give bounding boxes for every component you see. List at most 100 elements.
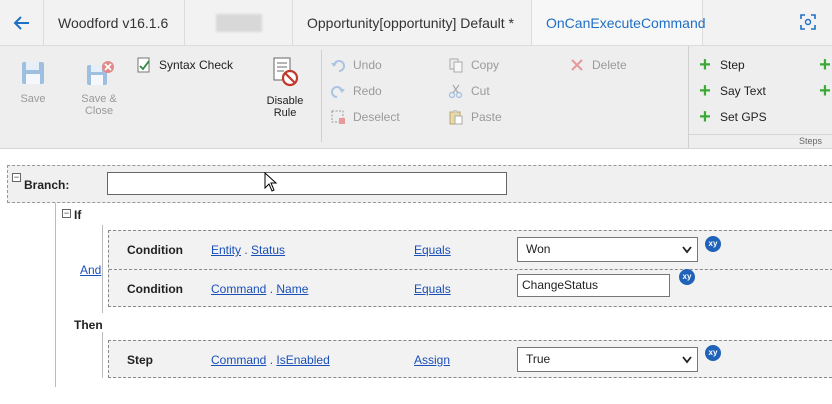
- tree-line: [102, 225, 103, 313]
- syntax-check-icon: [136, 57, 152, 73]
- redo-label: Redo: [353, 84, 382, 98]
- say-text-label: Say Text: [720, 84, 766, 98]
- delete-button[interactable]: Delete: [569, 57, 627, 73]
- plus-icon: +: [699, 54, 711, 76]
- deselect-button[interactable]: Deselect: [330, 109, 400, 125]
- app-title: Woodford v16.1.6: [44, 0, 185, 45]
- condition-row[interactable]: Condition Entity . Status Equals Won xy: [109, 231, 832, 269]
- tree-line: [55, 203, 56, 387]
- disable-rule-button[interactable]: Disable Rule: [262, 56, 308, 119]
- group-divider: [689, 134, 832, 135]
- back-button[interactable]: [0, 0, 44, 45]
- deselect-icon: [330, 109, 346, 125]
- copy-button[interactable]: Copy: [448, 57, 499, 73]
- fullscreen-button[interactable]: [794, 8, 822, 36]
- save-label: Save: [20, 93, 46, 105]
- then-label: Then: [74, 318, 103, 332]
- if-collapse-toggle[interactable]: −: [62, 209, 71, 218]
- condition-operator-link[interactable]: Equals: [414, 243, 451, 257]
- plus-icon: +: [699, 106, 711, 128]
- save-close-icon: [87, 61, 114, 85]
- chevron-down-icon: [682, 348, 692, 380]
- steps-group: + Step + Say Text + Set GPS + + Steps: [688, 46, 832, 149]
- and-operator-link[interactable]: And: [80, 263, 101, 277]
- copy-label: Copy: [471, 58, 500, 72]
- xy-expression-button[interactable]: xy: [705, 345, 721, 361]
- floppy-disk-icon: [22, 62, 44, 84]
- arrow-left-icon: [13, 15, 29, 30]
- xy-expression-button[interactable]: xy: [705, 236, 721, 252]
- condition-row[interactable]: Condition Command . Name Equals ChangeSt…: [109, 269, 832, 307]
- condition-property-link[interactable]: Name: [276, 282, 308, 296]
- condition-field: Entity . Status: [211, 243, 286, 257]
- condition-value-select[interactable]: Won: [517, 237, 698, 262]
- disable-rule-label-2: Rule: [273, 107, 297, 119]
- paste-button[interactable]: Paste: [448, 109, 502, 125]
- save-close-button[interactable]: Save & Close: [74, 60, 124, 117]
- delete-label: Delete: [592, 58, 627, 72]
- cut-label: Cut: [471, 84, 490, 98]
- ribbon-separator: [321, 50, 322, 142]
- cut-button[interactable]: Cut: [448, 83, 490, 99]
- condition-object-link[interactable]: Entity: [211, 243, 241, 257]
- if-label: If: [74, 208, 82, 222]
- plus-icon: +: [819, 54, 831, 76]
- condition-kind: Condition: [127, 243, 183, 257]
- add-step-button[interactable]: + Step: [697, 54, 745, 76]
- step-value-select[interactable]: True: [517, 347, 698, 372]
- step-value: True: [526, 352, 551, 366]
- copy-icon: [448, 57, 464, 73]
- step-object-link[interactable]: Command: [211, 353, 266, 367]
- condition-kind: Condition: [127, 282, 183, 296]
- redo-icon: [330, 83, 346, 99]
- paste-label: Paste: [471, 110, 502, 124]
- set-gps-label: Set GPS: [720, 110, 767, 124]
- step-group: Step Command . IsEnabled Assign True xy: [108, 340, 832, 378]
- undo-button[interactable]: Undo: [330, 57, 382, 73]
- syntax-check-label: Syntax Check: [159, 58, 234, 72]
- step-field: Command . IsEnabled: [211, 353, 330, 367]
- tab-entity-form[interactable]: Opportunity[opportunity] Default *: [293, 0, 532, 45]
- condition-value-input[interactable]: ChangeStatus: [517, 274, 670, 297]
- syntax-check-button[interactable]: Syntax Check: [136, 57, 233, 73]
- xy-expression-button[interactable]: xy: [679, 269, 695, 285]
- expand-icon: [800, 14, 816, 30]
- ribbon-toolbar: Save Save & Close Syntax Check Disable R…: [0, 46, 832, 149]
- chevron-down-icon: [682, 238, 692, 270]
- condition-object-link[interactable]: Command: [211, 282, 266, 296]
- tree-line: [102, 332, 103, 378]
- step-property-link[interactable]: IsEnabled: [276, 353, 329, 367]
- mouse-cursor-icon: [264, 172, 278, 192]
- branch-name-input[interactable]: [107, 172, 507, 195]
- deselect-label: Deselect: [353, 110, 400, 124]
- step-kind: Step: [127, 353, 154, 367]
- clipboard-icon: [448, 109, 464, 125]
- plus-icon: +: [819, 80, 831, 102]
- condition-property-link[interactable]: Status: [251, 243, 285, 257]
- step-row[interactable]: Step Command . IsEnabled Assign True xy: [109, 341, 832, 379]
- save-button[interactable]: Save: [10, 60, 56, 105]
- save-close-label-2: Close: [84, 105, 114, 117]
- add-step-more-button-2[interactable]: +: [817, 80, 832, 102]
- condition-field: Command . Name: [211, 282, 309, 296]
- undo-icon: [330, 57, 346, 73]
- undo-label: Undo: [353, 58, 382, 72]
- condition-operator-link[interactable]: Equals: [414, 282, 451, 296]
- condition-value: Won: [526, 242, 551, 256]
- branch-collapse-toggle[interactable]: −: [12, 173, 21, 182]
- add-say-text-button[interactable]: + Say Text: [697, 80, 766, 102]
- redacted-project-name: [185, 0, 293, 45]
- add-step-more-button[interactable]: +: [817, 54, 832, 76]
- tab-rule-active[interactable]: OnCanExecuteCommand: [532, 0, 706, 45]
- branch-row: − Branch:: [7, 165, 832, 203]
- delete-x-icon: [569, 57, 585, 73]
- add-set-gps-button[interactable]: + Set GPS: [697, 106, 767, 128]
- disable-rule-label-1: Disable: [266, 95, 304, 107]
- rule-editor: − Branch: − If And Condition Entity . St…: [0, 150, 832, 404]
- plus-icon: +: [699, 80, 711, 102]
- step-operator-link[interactable]: Assign: [414, 353, 450, 367]
- step-label: Step: [720, 58, 745, 72]
- redo-button[interactable]: Redo: [330, 83, 382, 99]
- scissors-icon: [448, 83, 464, 99]
- condition-group: Condition Entity . Status Equals Won xy …: [108, 230, 832, 307]
